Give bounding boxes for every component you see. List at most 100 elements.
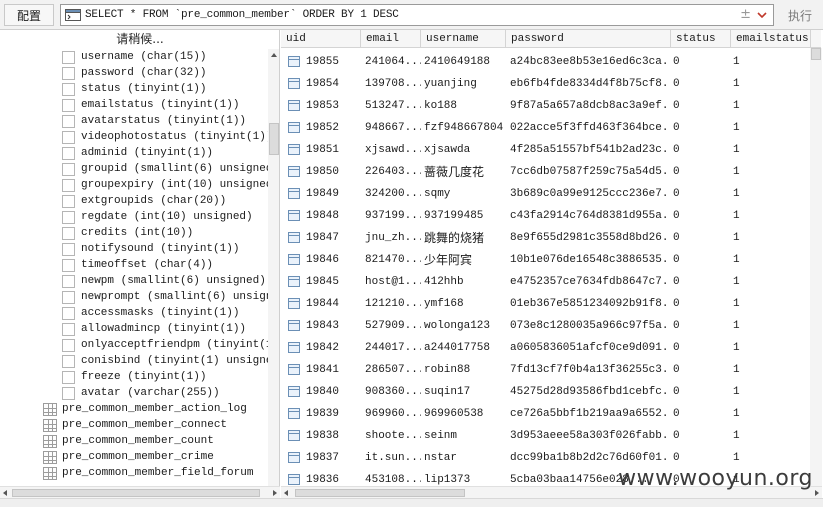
- column-checkbox[interactable]: [62, 114, 75, 128]
- table-row[interactable]: 19851 xjsawd... xjsawda 4f285a51557bf541b2a…: [281, 139, 821, 161]
- edit-row-icon[interactable]: [288, 56, 300, 67]
- column-checkbox[interactable]: [62, 98, 75, 112]
- column-checkbox[interactable]: [62, 242, 75, 256]
- column-item[interactable]: regdate (int(10) unsigned): [62, 209, 253, 225]
- column-header[interactable]: password: [506, 30, 671, 48]
- grid-vertical-scrollbar[interactable]: [810, 48, 822, 486]
- column-item[interactable]: allowadmincp (tinyint(1)): [62, 321, 246, 337]
- table-row[interactable]: 19852 948667... fzf948667804 022acce5f3ffd4…: [281, 117, 821, 139]
- edit-row-icon[interactable]: [288, 188, 300, 199]
- column-item[interactable]: accessmasks (tinyint(1)): [62, 305, 239, 321]
- column-checkbox[interactable]: [62, 210, 75, 224]
- column-checkbox[interactable]: [62, 370, 75, 384]
- column-checkbox[interactable]: [62, 130, 75, 144]
- column-item[interactable]: timeoffset (char(4)): [62, 257, 213, 273]
- table-row[interactable]: 19840 908360... suqin17 45275d28d93586fbd1c…: [281, 381, 821, 403]
- column-item[interactable]: onlyacceptfriendpm (tinyint(1)): [62, 337, 279, 353]
- table-row[interactable]: 19846 821470... 少年阿宾 10b1e076de16548c388653…: [281, 249, 821, 271]
- edit-row-icon[interactable]: [288, 100, 300, 111]
- table-row[interactable]: 19853 513247... ko188 9f87a5a657a8dcb8ac3a9…: [281, 95, 821, 117]
- column-header[interactable]: status: [671, 30, 731, 48]
- column-item[interactable]: status (tinyint(1)): [62, 81, 206, 97]
- edit-row-icon[interactable]: [288, 320, 300, 331]
- column-checkbox[interactable]: [62, 50, 75, 64]
- column-checkbox[interactable]: [62, 194, 75, 208]
- column-checkbox[interactable]: [62, 82, 75, 96]
- column-checkbox[interactable]: [62, 162, 75, 176]
- column-checkbox[interactable]: [62, 258, 75, 272]
- config-button[interactable]: 配置: [4, 4, 54, 26]
- edit-row-icon[interactable]: [288, 144, 300, 155]
- scroll-left-icon[interactable]: [3, 490, 7, 496]
- table-row[interactable]: 19850 226403... 蔷薇几度花 7cc6db07587f259c75a54…: [281, 161, 821, 183]
- column-item[interactable]: avatarstatus (tinyint(1)): [62, 113, 246, 129]
- table-row[interactable]: 19841 286507... robin88 7fd13cf7f0b4a13f362…: [281, 359, 821, 381]
- column-item[interactable]: conisbind (tinyint(1) unsigned): [62, 353, 279, 369]
- column-item[interactable]: videophotostatus (tinyint(1)): [62, 129, 272, 145]
- table-row[interactable]: 19842 244017... a244017758 a0605836051afcf0…: [281, 337, 821, 359]
- sql-query-input[interactable]: SELECT * FROM `pre_common_member` ORDER …: [60, 4, 774, 26]
- column-checkbox[interactable]: [62, 178, 75, 192]
- chevron-down-icon[interactable]: [755, 6, 769, 24]
- edit-row-icon[interactable]: [288, 78, 300, 89]
- column-item[interactable]: username (char(15)): [62, 49, 206, 65]
- edit-row-icon[interactable]: [288, 232, 300, 243]
- table-row[interactable]: 19849 324200... sqmy 3b689c0a99e9125ccc236e…: [281, 183, 821, 205]
- edit-row-icon[interactable]: [288, 474, 300, 485]
- column-header[interactable]: uid: [281, 30, 361, 48]
- column-checkbox[interactable]: [62, 290, 75, 304]
- edit-row-icon[interactable]: [288, 122, 300, 133]
- execute-button[interactable]: 执行: [780, 4, 820, 26]
- table-row[interactable]: 19839 969960... 969960538 ce726a5bbf1b219aa…: [281, 403, 821, 425]
- edit-row-icon[interactable]: [288, 408, 300, 419]
- tree-horizontal-scrollbar[interactable]: [0, 486, 280, 498]
- edit-row-icon[interactable]: [288, 210, 300, 221]
- column-checkbox[interactable]: [62, 274, 75, 288]
- scroll-thumb[interactable]: [811, 48, 821, 60]
- column-item[interactable]: groupexpiry (int(10) unsigned): [62, 177, 279, 193]
- scroll-thumb[interactable]: [269, 123, 279, 155]
- edit-row-icon[interactable]: [288, 166, 300, 177]
- table-item[interactable]: pre_common_member_connect: [43, 417, 227, 433]
- table-item[interactable]: pre_common_member_crime: [43, 449, 214, 465]
- column-item[interactable]: extgroupids (char(20)): [62, 193, 226, 209]
- column-checkbox[interactable]: [62, 322, 75, 336]
- column-item[interactable]: password (char(32)): [62, 65, 206, 81]
- column-item[interactable]: groupid (smallint(6) unsigned): [62, 161, 279, 177]
- scroll-up-icon[interactable]: [271, 53, 277, 57]
- table-item[interactable]: pre_common_member_count: [43, 433, 214, 449]
- column-item[interactable]: newprompt (smallint(6) unsigned): [62, 289, 279, 305]
- table-row[interactable]: 19836 453108... lip1373 5cba03baa14756e028.…: [281, 469, 821, 486]
- tree-vertical-scrollbar[interactable]: [268, 49, 279, 498]
- column-checkbox[interactable]: [62, 354, 75, 368]
- table-row[interactable]: 19837 it.sun... nstar dcc99ba1b8b2d2c76d60f…: [281, 447, 821, 469]
- scroll-right-icon[interactable]: [273, 490, 277, 496]
- column-item[interactable]: notifysound (tinyint(1)): [62, 241, 239, 257]
- edit-row-icon[interactable]: [288, 342, 300, 353]
- column-item[interactable]: credits (int(10)): [62, 225, 193, 241]
- edit-row-icon[interactable]: [288, 276, 300, 287]
- table-row[interactable]: 19847 jnu_zh... 跳舞的烧猪 8e9f655d2981c3558d8bd…: [281, 227, 821, 249]
- column-header[interactable]: username: [421, 30, 506, 48]
- column-checkbox[interactable]: [62, 338, 75, 352]
- column-item[interactable]: avatar (varchar(255)): [62, 385, 220, 401]
- edit-row-icon[interactable]: [288, 386, 300, 397]
- column-item[interactable]: newpm (smallint(6) unsigned): [62, 273, 266, 289]
- table-row[interactable]: 19855 241064... 2410649188 a24bc83ee8b53e16…: [281, 51, 821, 73]
- column-checkbox[interactable]: [62, 226, 75, 240]
- scroll-thumb[interactable]: [295, 489, 465, 497]
- scroll-left-icon[interactable]: [284, 490, 288, 496]
- column-checkbox[interactable]: [62, 66, 75, 80]
- table-row[interactable]: 19845 host@1... 412hhb e4752357ce7634fdb864…: [281, 271, 821, 293]
- edit-row-icon[interactable]: [288, 364, 300, 375]
- table-row[interactable]: 19854 139708... yuanjing eb6fb4fde8334d4f8b…: [281, 73, 821, 95]
- table-row[interactable]: 19844 121210... ymf168 01eb367e5851234092b9…: [281, 293, 821, 315]
- column-header[interactable]: email: [361, 30, 421, 48]
- table-row[interactable]: 19848 937199... 937199485 c43fa2914c764d838…: [281, 205, 821, 227]
- table-row[interactable]: 19838 shoote... seinm 3d953aeee58a303f026fa…: [281, 425, 821, 447]
- column-checkbox[interactable]: [62, 386, 75, 400]
- table-item[interactable]: pre_common_member_action_log: [43, 401, 247, 417]
- plus-minus-icon[interactable]: ±: [740, 7, 751, 22]
- grid-horizontal-scrollbar[interactable]: [281, 486, 822, 498]
- scroll-right-icon[interactable]: [815, 490, 819, 496]
